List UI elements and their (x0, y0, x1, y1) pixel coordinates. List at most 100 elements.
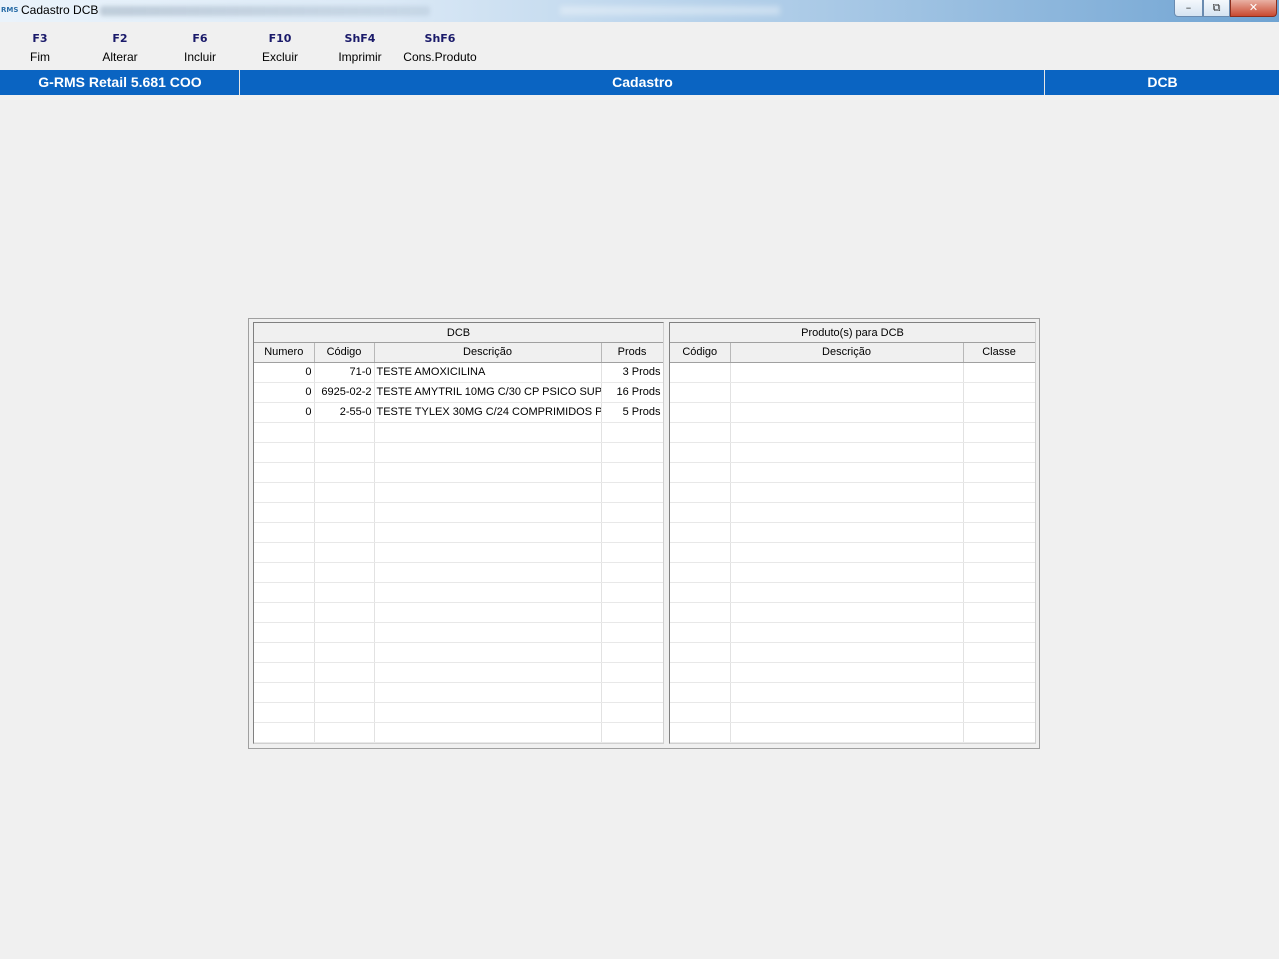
table-cell[interactable] (670, 362, 731, 383)
table-cell[interactable] (374, 562, 602, 583)
table-cell[interactable] (730, 422, 964, 443)
table-cell[interactable] (254, 462, 315, 483)
table-cell[interactable] (730, 442, 964, 463)
table-row[interactable]: 0 71-0 TESTE AMOXICILINA 3 Prods (254, 362, 663, 383)
table-cell[interactable] (254, 562, 315, 583)
table-cell[interactable] (963, 382, 1035, 403)
empty-row[interactable] (670, 702, 1035, 723)
table-cell[interactable] (670, 502, 731, 523)
table-cell[interactable] (254, 622, 315, 643)
table-cell[interactable] (963, 422, 1035, 443)
table-cell[interactable] (963, 622, 1035, 643)
table-cell[interactable] (374, 602, 602, 623)
table-cell[interactable] (963, 662, 1035, 683)
empty-row[interactable] (254, 422, 663, 443)
empty-row[interactable] (670, 642, 1035, 663)
table-cell[interactable] (963, 482, 1035, 503)
table-cell[interactable] (314, 642, 375, 663)
empty-row[interactable] (670, 422, 1035, 443)
dcb-grid[interactable]: DCB Numero Código Descrição Prods 0 71-0 T… (253, 322, 664, 744)
empty-row[interactable] (670, 402, 1035, 423)
empty-row[interactable] (254, 722, 663, 743)
empty-row[interactable] (670, 502, 1035, 523)
table-cell[interactable] (374, 622, 602, 643)
table-cell[interactable] (314, 602, 375, 623)
table-cell[interactable] (730, 562, 964, 583)
column-header-numero[interactable]: Numero (254, 343, 315, 363)
table-cell[interactable] (730, 462, 964, 483)
table-cell[interactable]: 71-0 (314, 362, 375, 383)
table-cell[interactable] (374, 662, 602, 683)
table-cell[interactable] (730, 382, 964, 403)
empty-row[interactable] (670, 482, 1035, 503)
empty-row[interactable] (254, 542, 663, 563)
table-cell[interactable] (730, 582, 964, 603)
incluir-button[interactable]: F6 Incluir (160, 31, 240, 65)
table-cell[interactable] (601, 502, 663, 523)
table-cell[interactable] (254, 502, 315, 523)
table-cell[interactable] (254, 602, 315, 623)
table-cell[interactable] (730, 722, 964, 743)
table-cell[interactable] (314, 682, 375, 703)
empty-row[interactable] (670, 582, 1035, 603)
table-cell[interactable] (254, 662, 315, 683)
table-cell[interactable] (670, 442, 731, 463)
table-cell[interactable] (963, 702, 1035, 723)
column-header-codigo[interactable]: Código (670, 343, 731, 363)
table-cell[interactable]: TESTE AMOXICILINA (374, 362, 602, 383)
minimize-button[interactable]: – (1174, 0, 1203, 17)
table-cell[interactable] (670, 402, 731, 423)
table-cell[interactable] (601, 542, 663, 563)
table-cell[interactable] (374, 642, 602, 663)
table-cell[interactable] (314, 502, 375, 523)
table-cell[interactable] (601, 702, 663, 723)
table-cell[interactable] (670, 522, 731, 543)
table-cell[interactable] (730, 702, 964, 723)
table-cell[interactable] (730, 542, 964, 563)
table-cell[interactable] (254, 442, 315, 463)
empty-row[interactable] (254, 602, 663, 623)
table-cell[interactable] (601, 562, 663, 583)
table-cell[interactable]: 3 Prods (601, 362, 663, 383)
table-cell[interactable] (254, 582, 315, 603)
empty-row[interactable] (670, 442, 1035, 463)
empty-row[interactable] (254, 682, 663, 703)
table-cell[interactable] (314, 582, 375, 603)
table-cell[interactable] (254, 522, 315, 543)
empty-row[interactable] (254, 562, 663, 583)
table-cell[interactable]: 0 (254, 402, 315, 423)
table-cell[interactable] (670, 602, 731, 623)
empty-row[interactable] (670, 602, 1035, 623)
table-cell[interactable]: 0 (254, 362, 315, 383)
table-cell[interactable] (254, 722, 315, 743)
table-cell[interactable] (670, 462, 731, 483)
table-cell[interactable] (314, 422, 375, 443)
table-cell[interactable] (254, 682, 315, 703)
table-cell[interactable]: 5 Prods (601, 402, 663, 423)
empty-row[interactable] (254, 482, 663, 503)
table-row[interactable]: 0 6925-02-2 TESTE AMYTRIL 10MG C/30 CP PSI… (254, 382, 663, 403)
table-cell[interactable] (601, 722, 663, 743)
table-cell[interactable] (314, 562, 375, 583)
table-cell[interactable] (963, 502, 1035, 523)
empty-row[interactable] (254, 522, 663, 543)
table-cell[interactable] (601, 622, 663, 643)
table-cell[interactable] (314, 722, 375, 743)
table-cell[interactable] (963, 642, 1035, 663)
cons-produto-button[interactable]: ShF6 Cons.Produto (400, 31, 480, 65)
empty-row[interactable] (254, 442, 663, 463)
empty-row[interactable] (254, 662, 663, 683)
table-cell[interactable] (601, 662, 663, 683)
table-cell[interactable] (963, 602, 1035, 623)
empty-row[interactable] (670, 622, 1035, 643)
alterar-button[interactable]: F2 Alterar (80, 31, 160, 65)
table-cell[interactable] (314, 522, 375, 543)
empty-row[interactable] (254, 502, 663, 523)
table-cell[interactable]: 6925-02-2 (314, 382, 375, 403)
table-cell[interactable] (730, 622, 964, 643)
empty-row[interactable] (254, 642, 663, 663)
table-cell[interactable] (374, 502, 602, 523)
table-cell[interactable] (963, 442, 1035, 463)
table-row[interactable]: 0 2-55-0 TESTE TYLEX 30MG C/24 COMPRIMIDOS… (254, 402, 663, 423)
empty-row[interactable] (670, 462, 1035, 483)
